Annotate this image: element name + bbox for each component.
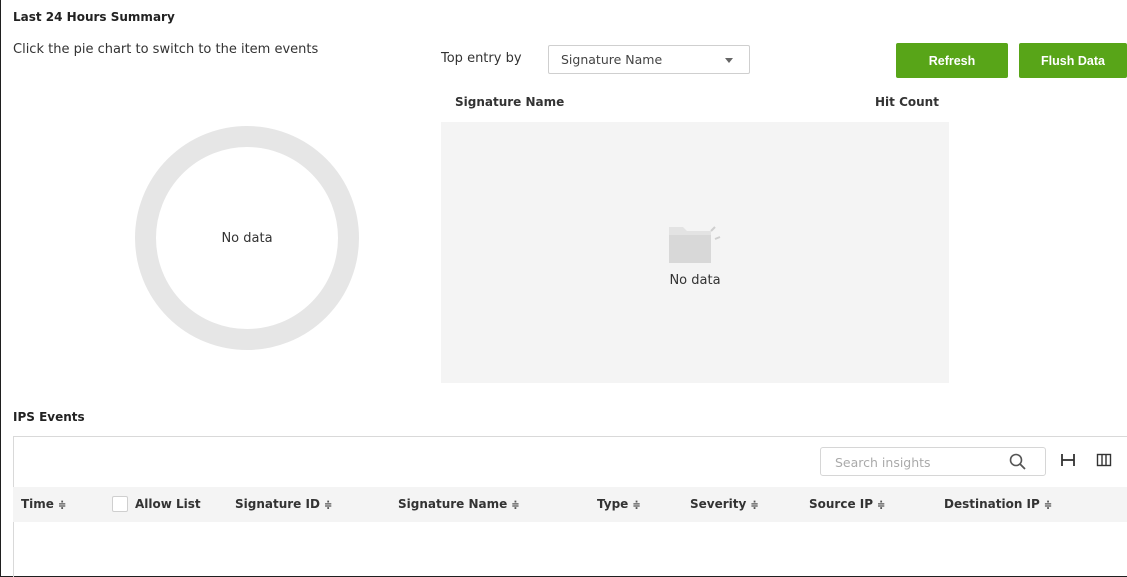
search-input[interactable] bbox=[835, 453, 995, 471]
sort-icon[interactable]: ≑ bbox=[632, 500, 640, 511]
header-signature-name-label: Signature Name bbox=[398, 497, 508, 511]
sort-icon[interactable]: ≑ bbox=[1044, 500, 1052, 511]
sort-icon[interactable]: ≑ bbox=[877, 500, 885, 511]
header-source-ip-label: Source IP bbox=[809, 497, 874, 511]
allow-list-checkbox[interactable] bbox=[112, 496, 128, 512]
top-entry-label: Top entry by bbox=[441, 51, 522, 66]
search-icon[interactable] bbox=[1009, 453, 1027, 471]
sort-icon[interactable]: ≑ bbox=[324, 500, 332, 511]
header-time-label: Time bbox=[21, 497, 54, 511]
columns-icon[interactable] bbox=[1096, 452, 1112, 468]
fit-width-icon[interactable] bbox=[1060, 452, 1076, 468]
top-entry-select[interactable]: Signature Name bbox=[548, 45, 750, 74]
summary-title: Last 24 Hours Summary bbox=[13, 10, 175, 24]
empty-folder-icon bbox=[669, 226, 721, 263]
header-destination-ip-label: Destination IP bbox=[944, 497, 1040, 511]
chevron-down-icon bbox=[725, 58, 733, 63]
header-allow-list-label: Allow List bbox=[135, 497, 201, 511]
ips-events-header-row: Time ≑ Allow List Signature ID ≑ Signature… bbox=[13, 487, 1127, 522]
header-type-label: Type bbox=[597, 497, 629, 511]
header-allow-list: Allow List bbox=[135, 497, 201, 511]
header-type[interactable]: Type ≑ bbox=[597, 497, 641, 511]
header-signature-id[interactable]: Signature ID ≑ bbox=[235, 497, 332, 511]
search-box[interactable] bbox=[820, 447, 1046, 476]
header-signature-name[interactable]: Signature Name ≑ bbox=[398, 497, 520, 511]
header-signature-id-label: Signature ID bbox=[235, 497, 320, 511]
column-hit-count: Hit Count bbox=[875, 95, 939, 109]
header-severity-label: Severity bbox=[690, 497, 747, 511]
header-source-ip[interactable]: Source IP ≑ bbox=[809, 497, 885, 511]
sort-icon[interactable]: ≑ bbox=[58, 500, 66, 511]
ips-events-title: IPS Events bbox=[13, 410, 85, 424]
header-time[interactable]: Time ≑ bbox=[21, 497, 66, 511]
sort-icon[interactable]: ≑ bbox=[750, 500, 758, 511]
top-entries-empty-text: No data bbox=[669, 273, 721, 288]
refresh-button[interactable]: Refresh bbox=[896, 43, 1008, 78]
donut-empty-text: No data bbox=[221, 230, 273, 246]
summary-hint: Click the pie chart to switch to the ite… bbox=[13, 42, 319, 57]
column-signature-name: Signature Name bbox=[455, 95, 565, 109]
sort-icon[interactable]: ≑ bbox=[511, 500, 519, 511]
header-severity[interactable]: Severity ≑ bbox=[690, 497, 759, 511]
top-entries-table-empty: No data bbox=[441, 122, 949, 383]
header-destination-ip[interactable]: Destination IP ≑ bbox=[944, 497, 1052, 511]
flush-data-button[interactable]: Flush Data bbox=[1019, 43, 1127, 78]
top-entry-value: Signature Name bbox=[561, 52, 663, 67]
donut-chart[interactable]: No data bbox=[135, 126, 359, 350]
